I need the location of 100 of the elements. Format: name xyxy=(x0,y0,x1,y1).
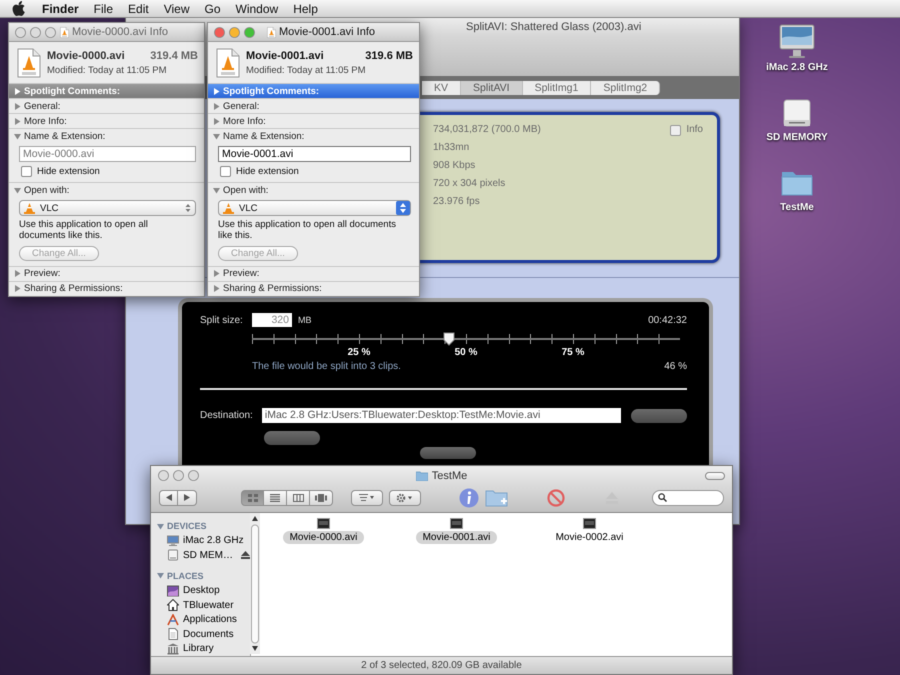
new-folder-icon[interactable] xyxy=(485,488,509,508)
section-header[interactable]: Sharing & Permissions: xyxy=(208,282,419,296)
menu-item[interactable]: Edit xyxy=(128,2,149,16)
section-header[interactable]: Sharing & Permissions: xyxy=(9,282,204,296)
folder-icon xyxy=(416,470,428,480)
menu-item[interactable]: File xyxy=(94,2,114,16)
disclosure-triangle-icon xyxy=(14,132,21,140)
modified-date: Modified: Today at 11:05 PM xyxy=(47,65,168,76)
zoom-button[interactable] xyxy=(188,470,199,481)
zoom-button[interactable] xyxy=(244,26,255,38)
menu-item[interactable]: Finder xyxy=(42,2,79,16)
section-header[interactable]: Spotlight Comments: xyxy=(9,84,204,98)
sidebar-item-label: iMac 2.8 GHz xyxy=(183,535,244,546)
file-name: Movie-0001.avi xyxy=(246,50,324,62)
sidebar-item[interactable]: Library xyxy=(157,642,250,656)
tick-label: 25 % xyxy=(348,347,370,358)
sidebar-item[interactable]: iMac 2.8 GHz xyxy=(157,534,250,548)
close-button[interactable] xyxy=(214,26,225,38)
menu-item[interactable]: Window xyxy=(236,2,278,16)
view-mode-button[interactable] xyxy=(264,490,287,506)
minimize-button[interactable] xyxy=(30,26,41,38)
unit-label: MB xyxy=(298,315,312,325)
back-button[interactable] xyxy=(159,490,178,506)
menu-item[interactable]: View xyxy=(164,2,190,16)
menu-item[interactable]: Help xyxy=(293,2,318,16)
name-field[interactable]: Movie-0000.avi xyxy=(19,146,196,162)
destination-field[interactable]: iMac 2.8 GHz:Users:TBluewater:Desktop:TestMe:Movie.avi xyxy=(262,408,622,423)
checkbox[interactable] xyxy=(220,166,231,177)
slider-thumb[interactable] xyxy=(442,332,455,346)
eject-icon[interactable] xyxy=(241,551,250,560)
disclosure-triangle-icon[interactable] xyxy=(157,522,164,530)
window-title: Movie-0000.avi Info xyxy=(72,26,168,38)
sidebar-item-label: TBluewater xyxy=(183,600,234,611)
checkbox[interactable] xyxy=(21,166,32,177)
section-header[interactable]: Open with: xyxy=(9,183,204,197)
app-popup[interactable]: VLC xyxy=(19,200,196,216)
section-header[interactable]: General: xyxy=(9,99,204,113)
view-mode-button[interactable] xyxy=(310,490,333,506)
applications-icon xyxy=(167,614,179,626)
file-name[interactable]: Movie-0000.avi xyxy=(282,531,364,544)
tab[interactable]: SplitAVI xyxy=(461,80,523,94)
disclosure-triangle-icon xyxy=(14,102,21,110)
sidebar-item[interactable]: Documents xyxy=(157,626,250,642)
view-mode-button[interactable] xyxy=(287,490,310,506)
info-line: 1h33mn xyxy=(433,142,470,153)
tab[interactable]: SplitImg1 xyxy=(522,80,592,94)
menu-item[interactable]: Go xyxy=(204,2,221,16)
section-header[interactable]: More Info: xyxy=(208,114,419,128)
section-header[interactable]: More Info: xyxy=(9,114,204,128)
sidebar-item[interactable]: TBluewater xyxy=(157,598,250,612)
section-header[interactable]: Preview: xyxy=(208,266,419,281)
sidebar-item[interactable]: Applications xyxy=(157,612,250,627)
action-button[interactable] xyxy=(389,490,421,506)
checkbox-label: Hide extension xyxy=(37,166,100,177)
section-header[interactable]: Name & Extension: xyxy=(9,129,204,143)
section-header[interactable]: Name & Extension: xyxy=(208,129,419,143)
section-header[interactable]: Preview: xyxy=(9,266,204,281)
app-popup[interactable]: VLC xyxy=(218,200,411,216)
section-header[interactable]: Open with: xyxy=(208,183,419,197)
view-mode-button[interactable] xyxy=(241,490,264,506)
section-header[interactable]: Spotlight Comments: xyxy=(208,84,419,98)
window-title: TestMe xyxy=(432,470,468,482)
tab[interactable]: SplitImg2 xyxy=(591,80,660,94)
arrange-button[interactable] xyxy=(351,490,383,506)
disclosure-triangle-icon[interactable] xyxy=(157,572,164,580)
close-button[interactable] xyxy=(158,470,169,481)
button[interactable] xyxy=(264,431,320,445)
sidebar-heading: DEVICES xyxy=(167,521,207,532)
name-field[interactable]: Movie-0001.avi xyxy=(218,146,411,162)
tab[interactable]: KV xyxy=(422,80,462,94)
sidebar-item[interactable]: Desktop xyxy=(157,583,250,598)
list-view-icon xyxy=(270,494,280,502)
button[interactable] xyxy=(420,447,476,459)
split-size-field[interactable]: 320 xyxy=(252,313,292,327)
info-icon[interactable] xyxy=(459,488,479,508)
help-text: Use this application to open all documents like this. xyxy=(19,220,149,242)
duration-label: 00:42:32 xyxy=(648,314,687,326)
prohibited-icon[interactable] xyxy=(547,488,565,506)
column-view-icon xyxy=(292,494,304,502)
video-file-icon xyxy=(317,518,330,529)
section-header[interactable]: General: xyxy=(208,99,419,113)
checkbox[interactable] xyxy=(670,125,682,136)
drive-icon xyxy=(167,549,179,562)
file-name[interactable]: Movie-0002.avi xyxy=(548,531,630,544)
search-field[interactable] xyxy=(652,490,724,506)
file-name: Movie-0000.avi xyxy=(47,50,125,62)
info-line: 734,031,872 (700.0 MB) xyxy=(433,124,541,135)
apple-logo-icon[interactable] xyxy=(12,1,25,16)
button[interactable] xyxy=(631,408,687,422)
file-name[interactable]: Movie-0001.avi xyxy=(416,531,498,544)
toolbar-toggle-button[interactable] xyxy=(705,472,725,480)
minimize-button[interactable] xyxy=(173,470,184,481)
forward-button[interactable] xyxy=(178,490,197,506)
minimize-button[interactable] xyxy=(229,26,240,38)
close-button[interactable] xyxy=(15,26,26,38)
zoom-button[interactable] xyxy=(45,26,56,38)
sidebar-item[interactable]: SD MEM… xyxy=(157,548,250,563)
document-icon xyxy=(216,48,240,78)
disclosure-triangle-icon xyxy=(213,118,220,124)
icon-view-icon xyxy=(248,494,258,502)
